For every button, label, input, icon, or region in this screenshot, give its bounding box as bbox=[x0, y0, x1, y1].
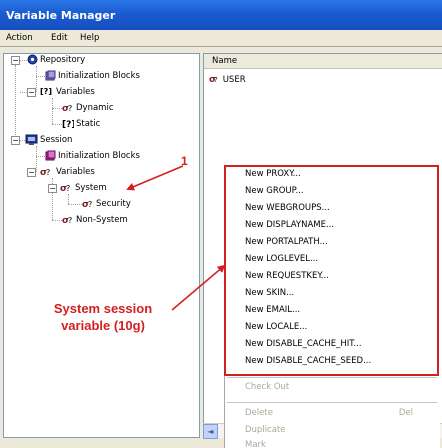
svg-text:[?]: [?] bbox=[62, 120, 74, 129]
menu-separator bbox=[227, 402, 437, 403]
menu-item-new-disable-cache-seed[interactable]: New DISABLE_CACHE_SEED... bbox=[225, 353, 439, 370]
menu-item-new-disable-cache-hit[interactable]: New DISABLE_CACHE_HIT... bbox=[225, 336, 439, 353]
tree-item-system[interactable]: System bbox=[75, 183, 107, 193]
tree-line bbox=[15, 65, 16, 145]
menu-item-mark[interactable]: Mark bbox=[225, 439, 439, 448]
window-title: Variable Manager bbox=[0, 0, 442, 30]
session-icon bbox=[25, 134, 38, 145]
svg-text:?: ? bbox=[66, 184, 70, 193]
menu-separator bbox=[227, 377, 437, 378]
tree-item-repository-variables[interactable]: Variables bbox=[56, 87, 95, 97]
tree-line bbox=[36, 66, 37, 92]
non-system-variables-icon: σ? bbox=[62, 214, 74, 226]
svg-text:?: ? bbox=[68, 104, 72, 113]
tree-item-session[interactable]: Session bbox=[40, 135, 72, 145]
svg-text:?: ? bbox=[88, 200, 92, 209]
tree-line bbox=[20, 92, 27, 93]
dynamic-variable-icon: σ? bbox=[62, 102, 74, 114]
annotation-number: 1 bbox=[181, 154, 188, 168]
menu-item-delete[interactable]: Delete Del bbox=[225, 405, 439, 422]
static-variable-icon: [?] bbox=[62, 118, 75, 130]
svg-text:?: ? bbox=[214, 76, 218, 84]
svg-text:?: ? bbox=[46, 168, 50, 177]
menu-item-new-locale[interactable]: New LOCALE... bbox=[225, 319, 439, 336]
menu-item-new-webgroups[interactable]: New WEBGROUPS... bbox=[225, 200, 439, 217]
menu-item-check-out[interactable]: Check Out bbox=[225, 379, 439, 396]
annotation-callout: System session variable (10g) bbox=[53, 301, 153, 333]
menu-item-new-requestkey[interactable]: New REQUESTKEY... bbox=[225, 268, 439, 285]
session-variables-icon: σ? bbox=[40, 166, 52, 178]
menu-item-new-skin[interactable]: New SKIN... bbox=[225, 285, 439, 302]
menu-item-new-portalpath[interactable]: New PORTALPATH... bbox=[225, 234, 439, 251]
menu-item-duplicate[interactable]: Duplicate bbox=[225, 422, 439, 439]
menu-action[interactable]: Action bbox=[6, 33, 33, 43]
tree-line bbox=[52, 220, 62, 221]
menu-item-delete-label: Delete bbox=[245, 408, 273, 418]
user-variable-icon: σ? bbox=[209, 73, 220, 87]
security-variable-icon: σ? bbox=[82, 198, 94, 210]
list-item-label: USER bbox=[222, 75, 246, 85]
init-blocks-icon bbox=[44, 70, 56, 81]
tree-line bbox=[68, 204, 82, 205]
tree-item-static[interactable]: Static bbox=[76, 119, 100, 129]
tree-item-security[interactable]: Security bbox=[96, 199, 131, 209]
variables-icon: [?] bbox=[40, 87, 52, 96]
menu-item-new-email[interactable]: New EMAIL... bbox=[225, 302, 439, 319]
session-expander[interactable]: − bbox=[11, 136, 20, 145]
tree-item-repository-init-blocks[interactable]: Initialization Blocks bbox=[58, 71, 140, 81]
tree-item-session-variables[interactable]: Variables bbox=[56, 167, 95, 177]
tree-item-repository[interactable]: Repository bbox=[40, 55, 85, 65]
tree-line bbox=[68, 194, 69, 204]
session-variables-expander[interactable]: − bbox=[27, 168, 36, 177]
menu-edit[interactable]: Edit bbox=[51, 33, 67, 43]
menu-help[interactable]: Help bbox=[80, 33, 99, 43]
scroll-left-button[interactable]: ◄ bbox=[203, 424, 218, 439]
tree-line bbox=[52, 108, 62, 109]
menu-item-new-loglevel[interactable]: New LOGLEVEL... bbox=[225, 251, 439, 268]
column-header-name[interactable]: Name bbox=[204, 54, 442, 69]
menu-item-new-proxy[interactable]: New PROXY... bbox=[225, 166, 439, 183]
tree-line bbox=[52, 98, 53, 124]
delete-shortcut: Del bbox=[398, 408, 413, 418]
tree-line bbox=[52, 124, 62, 125]
menu-item-new-displayname[interactable]: New DISPLAYNAME... bbox=[225, 217, 439, 234]
tree-item-session-init-blocks[interactable]: Initialization Blocks bbox=[58, 151, 140, 161]
list-item[interactable]: σ? USER bbox=[209, 73, 246, 85]
tree-pane[interactable]: − Repository Initialization Blocks − [?]… bbox=[3, 53, 200, 438]
svg-text:?: ? bbox=[68, 216, 72, 225]
system-variables-icon: σ? bbox=[60, 182, 72, 194]
context-menu: New PROXY... New GROUP... New WEBGROUPS.… bbox=[224, 165, 440, 448]
tree-item-non-system[interactable]: Non-System bbox=[76, 215, 128, 225]
tree-item-dynamic[interactable]: Dynamic bbox=[76, 103, 114, 113]
repository-expander[interactable]: − bbox=[11, 56, 20, 65]
menubar: Action Edit Help bbox=[0, 30, 442, 47]
menu-item-new-group[interactable]: New GROUP... bbox=[225, 183, 439, 200]
system-expander[interactable]: − bbox=[48, 184, 57, 193]
session-init-blocks-icon bbox=[44, 150, 56, 161]
repository-variables-expander[interactable]: − bbox=[27, 88, 36, 97]
repository-icon bbox=[26, 54, 38, 65]
tree-line bbox=[36, 146, 37, 172]
